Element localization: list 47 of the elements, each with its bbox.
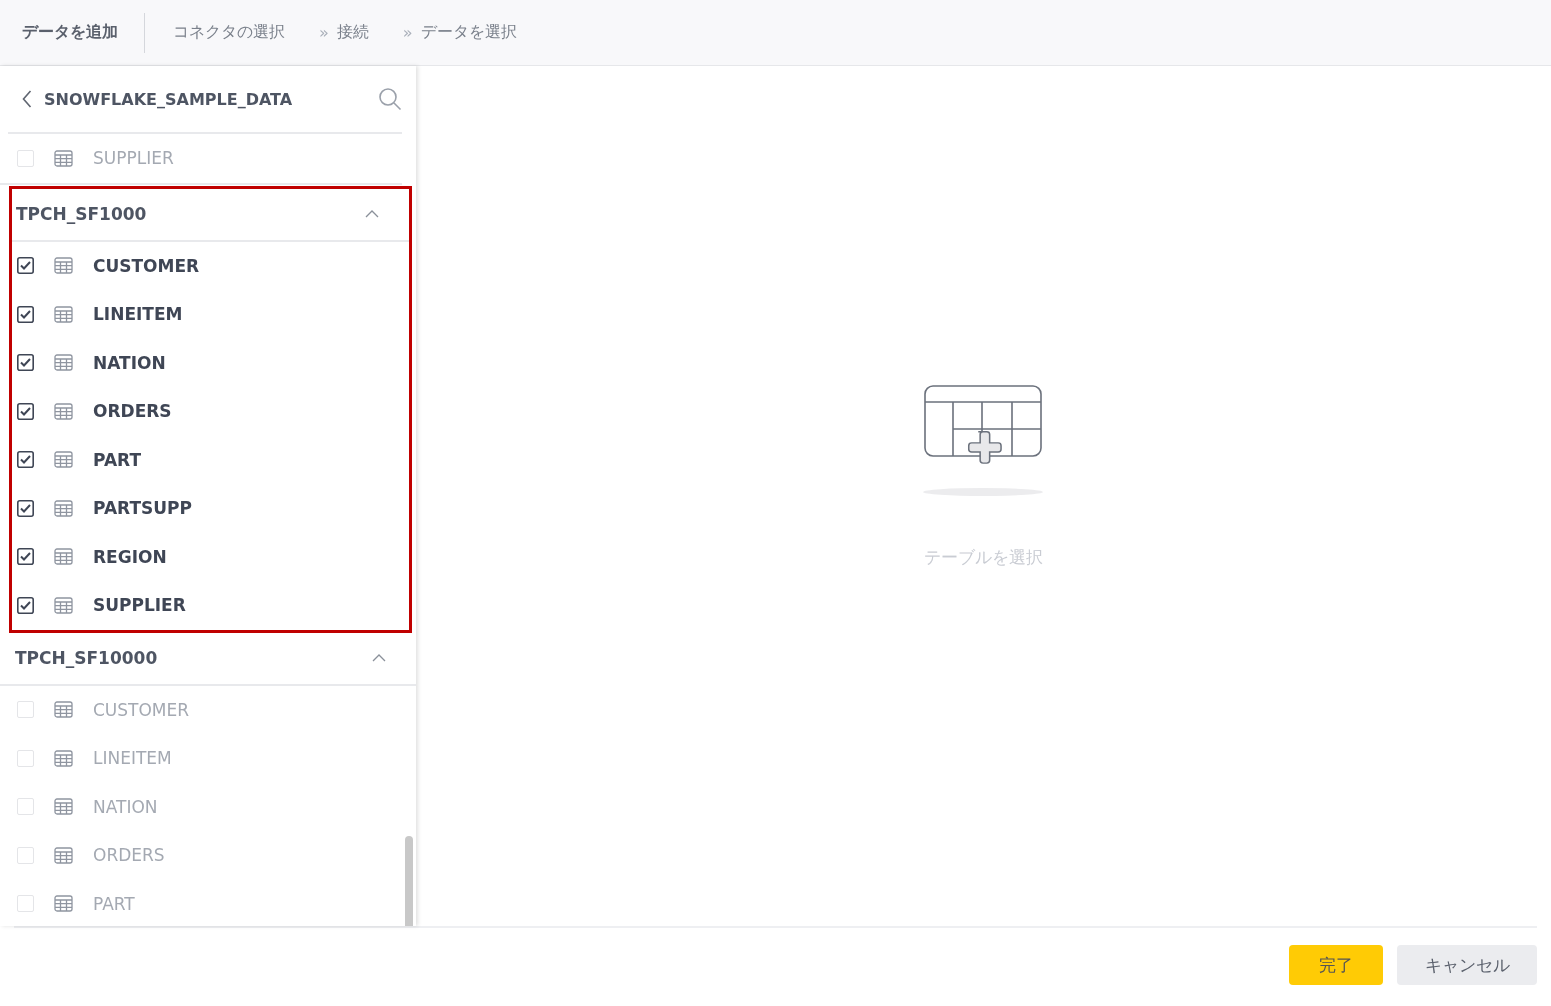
schema-name: TPCH_SF10000 (15, 648, 158, 668)
breadcrumb-separator: » (402, 23, 413, 42)
page-title: データを追加 (22, 12, 145, 53)
chevron-up-icon[interactable] (365, 210, 379, 218)
database-title: SNOWFLAKE_SAMPLE_DATA (44, 89, 294, 109)
table-icon (54, 798, 73, 816)
table-name[interactable]: NATION (93, 352, 166, 373)
table-icon (54, 354, 73, 372)
table-icon (54, 402, 73, 420)
table-name[interactable]: PART (93, 449, 141, 470)
chevron-up-icon[interactable] (372, 654, 386, 662)
table-name[interactable]: LINEITEM (93, 304, 183, 325)
cancel-button[interactable]: キャンセル (1397, 945, 1537, 985)
table-icon (54, 149, 73, 167)
checkbox[interactable] (17, 451, 34, 469)
table-icon (54, 846, 73, 864)
table-icon (54, 895, 73, 913)
table-icon (54, 305, 73, 323)
checkbox[interactable] (17, 354, 34, 372)
table-icon (54, 257, 73, 275)
table-add-icon (922, 383, 1045, 498)
table-icon (54, 451, 73, 469)
table-name[interactable]: ORDERS (93, 401, 172, 422)
table-name[interactable]: CUSTOMER (93, 255, 200, 276)
checkbox[interactable] (17, 305, 34, 323)
checkbox[interactable] (17, 402, 34, 420)
back-icon[interactable] (22, 90, 32, 108)
table-name[interactable]: PARTSUPP (93, 498, 192, 519)
breadcrumb-step[interactable]: 接続 (336, 22, 369, 43)
table-icon (54, 701, 73, 719)
table-icon (54, 499, 73, 517)
table-name[interactable]: REGION (93, 546, 167, 567)
breadcrumb-step[interactable]: データを選択 (420, 22, 517, 43)
table-icon (54, 749, 73, 767)
schema-name: TPCH_SF1000 (16, 204, 147, 224)
search-icon[interactable] (378, 87, 402, 111)
checkbox[interactable] (17, 257, 34, 275)
checkbox[interactable] (17, 499, 34, 517)
checkbox[interactable] (17, 596, 34, 614)
checkbox[interactable] (17, 548, 34, 566)
scrollbar[interactable] (405, 836, 413, 926)
breadcrumb-separator: » (319, 23, 329, 42)
done-button[interactable]: 完了 (1289, 945, 1383, 985)
table-icon (54, 548, 73, 566)
table-name[interactable]: SUPPLIER (93, 595, 186, 616)
table-icon (54, 596, 73, 614)
breadcrumb-step[interactable]: コネクタの選択 (173, 22, 285, 43)
